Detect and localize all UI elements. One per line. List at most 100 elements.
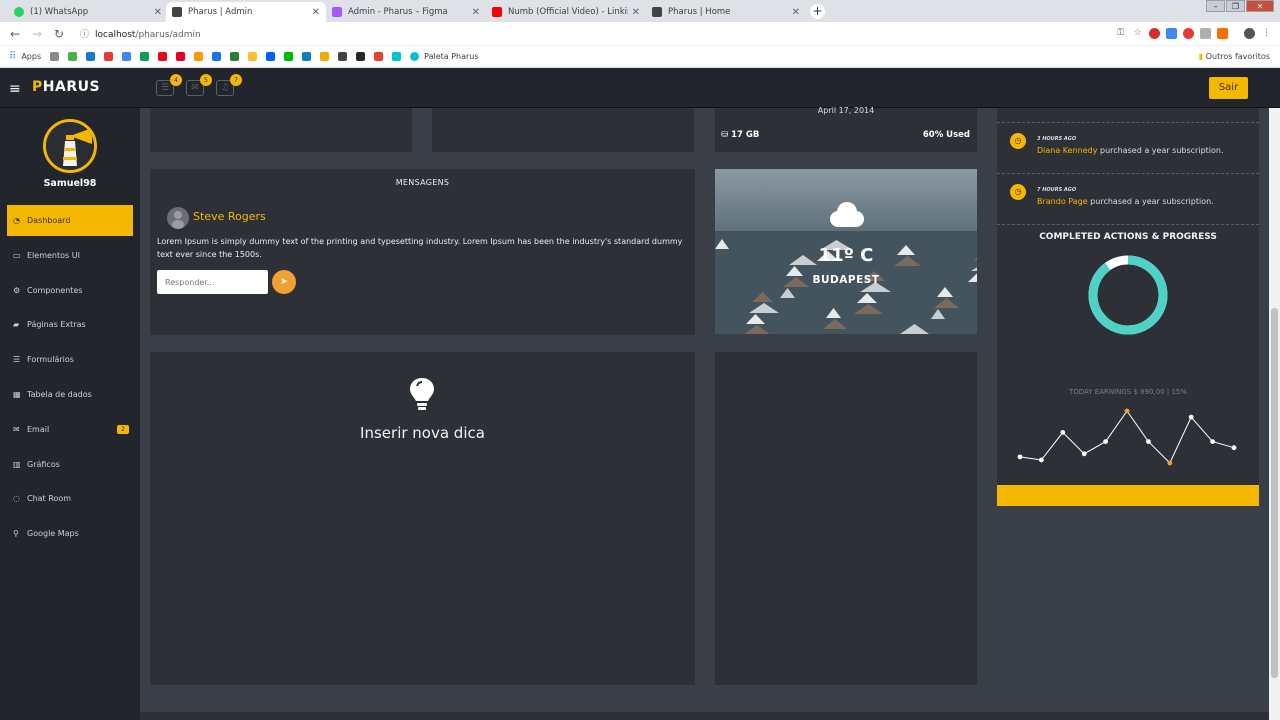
bookmark-icon[interactable] xyxy=(302,52,312,61)
sidebar-item-componentes[interactable]: ⚙ Componentes xyxy=(7,275,133,306)
minimize-button[interactable]: – xyxy=(1206,0,1225,12)
sidebar-item-email[interactable]: ✉ Email 2 xyxy=(7,414,133,445)
browser-tab-pharus-home[interactable]: Pharus | Home ✕ xyxy=(646,2,806,22)
tip-panel[interactable]: Inserir nova dica xyxy=(150,352,695,685)
sparkline-path xyxy=(1019,410,1235,464)
browser-tab-youtube[interactable]: Numb (Official Video) - Linkin Pa... ✕ xyxy=(486,2,646,22)
close-icon[interactable]: ✕ xyxy=(312,7,320,18)
bookmark-icon[interactable] xyxy=(68,52,78,61)
bookmark-icon[interactable] xyxy=(104,52,114,61)
sparkline-point[interactable] xyxy=(1210,439,1215,444)
sparkline-point[interactable] xyxy=(1124,408,1130,414)
sparkline-point[interactable] xyxy=(1103,439,1108,444)
sidebar-item-formul-rios[interactable]: ☰ Formulários xyxy=(7,344,133,375)
sidebar-item-google-maps[interactable]: ⚲ Google Maps xyxy=(7,518,133,549)
bookmark-icon[interactable] xyxy=(284,52,294,61)
extension-icon[interactable] xyxy=(1149,28,1160,39)
scrollbar-thumb[interactable] xyxy=(1271,308,1278,678)
star-icon[interactable]: ☆ xyxy=(1132,28,1143,39)
maximize-button[interactable]: ❐ xyxy=(1226,0,1245,12)
tasks-badge: 4 xyxy=(170,74,182,86)
envelope-icon[interactable]: ✉ 5 xyxy=(186,74,212,96)
sidebar-item-dashboard[interactable]: ◔ Dashboard xyxy=(7,205,133,236)
bookmark-icon[interactable] xyxy=(194,52,204,61)
sparkline-point[interactable] xyxy=(1231,445,1237,451)
back-arrow-icon[interactable]: ← xyxy=(4,27,26,41)
reload-icon[interactable]: ↻ xyxy=(48,27,70,41)
bell-icon[interactable]: ♫ 7 xyxy=(216,74,242,96)
sidebar-item-label: Gráficos xyxy=(27,459,60,469)
forward-arrow-icon[interactable]: → xyxy=(26,27,48,41)
bookmark-icon[interactable] xyxy=(50,52,60,61)
bookmark-icon[interactable] xyxy=(212,52,222,61)
send-button[interactable]: ➤ xyxy=(272,270,296,294)
bookmark-icon[interactable] xyxy=(266,52,276,61)
extension-icon[interactable] xyxy=(1200,28,1211,39)
profile-avatar[interactable] xyxy=(1244,28,1255,39)
avatar[interactable] xyxy=(43,119,97,173)
activity-action-button[interactable] xyxy=(997,485,1259,506)
sidebar-item-gr-ficos[interactable]: ▥ Gráficos xyxy=(7,449,133,480)
app-logo[interactable]: PHARUS xyxy=(32,79,100,95)
close-icon[interactable]: ✕ xyxy=(632,7,640,18)
window-controls: – ❐ ✕ xyxy=(1206,0,1274,12)
sidebar-item-p-ginas-extras[interactable]: ▰ Páginas Extras xyxy=(7,309,133,340)
bookmark-icon[interactable] xyxy=(374,52,384,61)
storage-date: April 17, 2014 xyxy=(817,106,875,115)
activity-user-link[interactable]: Brando Page xyxy=(1037,197,1088,206)
extension-icon[interactable] xyxy=(1217,28,1228,39)
sparkline-point[interactable] xyxy=(1060,430,1066,435)
info-icon[interactable]: ⓘ xyxy=(80,30,89,40)
bookmark-icon[interactable] xyxy=(356,52,366,61)
bookmark-icon[interactable] xyxy=(86,52,96,61)
sparkline-point[interactable] xyxy=(1017,454,1023,460)
logout-button[interactable]: Sair xyxy=(1209,77,1248,99)
extension-icon[interactable] xyxy=(1183,28,1194,39)
new-tab-button[interactable]: + xyxy=(810,4,825,19)
sparkline-point[interactable] xyxy=(1167,460,1173,466)
activity-description: purchased a year subscription. xyxy=(1097,146,1224,155)
key-icon[interactable]: ⚿ xyxy=(1115,28,1126,39)
username: Samuel98 xyxy=(43,178,97,189)
bookmark-other-favorites[interactable]: ▮ Outros favoritos xyxy=(1199,52,1270,61)
bookmark-icon[interactable] xyxy=(122,52,132,61)
sidebar-item-elementos-ui[interactable]: ▭ Elementos UI xyxy=(7,240,133,271)
extension-icon[interactable] xyxy=(1166,28,1177,39)
bookmark-icon[interactable] xyxy=(230,52,240,61)
bookmark-apps[interactable]: Apps xyxy=(21,52,41,61)
browser-tab-whatsapp[interactable]: (1) WhatsApp ✕ xyxy=(8,2,168,22)
sparkline-point[interactable] xyxy=(1146,439,1151,444)
address-bar[interactable]: ⓘ localhost/pharus/admin xyxy=(80,27,201,40)
activity-user-link[interactable]: Diana Kennedy xyxy=(1037,146,1097,155)
bookmark-icon[interactable] xyxy=(392,52,402,61)
messages-title: MENSAGENS xyxy=(395,178,450,187)
notifications-badge: 7 xyxy=(230,74,242,86)
page-scrollbar[interactable] xyxy=(1269,108,1280,720)
sender-name[interactable]: Steve Rogers xyxy=(193,210,266,223)
hamburger-menu-icon[interactable]: ≡ xyxy=(9,81,21,97)
browser-tab-pharus-admin[interactable]: Pharus | Admin ✕ xyxy=(166,2,326,22)
tasks-icon[interactable]: ☰ 4 xyxy=(156,74,182,96)
browser-tab-figma[interactable]: Admin - Pharus – Figma ✕ xyxy=(326,2,486,22)
bookmark-icon[interactable] xyxy=(140,52,150,61)
sparkline-point[interactable] xyxy=(1188,414,1194,420)
bookmark-icon[interactable] xyxy=(158,52,168,61)
apps-grid-icon[interactable]: ⠿ xyxy=(9,51,16,62)
progress-donut xyxy=(1088,255,1168,335)
bookmark-icon[interactable] xyxy=(176,52,186,61)
bookmark-icon[interactable] xyxy=(338,52,348,61)
close-icon[interactable]: ✕ xyxy=(154,7,162,18)
cloud-icon xyxy=(830,202,864,227)
more-menu-icon[interactable]: ⋮ xyxy=(1261,28,1272,39)
bookmark-paleta-pharus[interactable]: Paleta Pharus xyxy=(424,52,478,61)
sparkline-point[interactable] xyxy=(1039,457,1044,463)
sidebar-item-chat-room[interactable]: ◌ Chat Room xyxy=(7,483,133,514)
bookmark-icon[interactable] xyxy=(248,52,258,61)
sparkline-point[interactable] xyxy=(1081,451,1087,457)
bookmark-icon[interactable] xyxy=(320,52,330,61)
close-window-button[interactable]: ✕ xyxy=(1246,0,1274,12)
close-icon[interactable]: ✕ xyxy=(792,7,800,18)
reply-input[interactable] xyxy=(157,270,268,294)
sidebar-item-tabela-de-dados[interactable]: ▦ Tabela de dados xyxy=(7,379,133,410)
close-icon[interactable]: ✕ xyxy=(472,7,480,18)
